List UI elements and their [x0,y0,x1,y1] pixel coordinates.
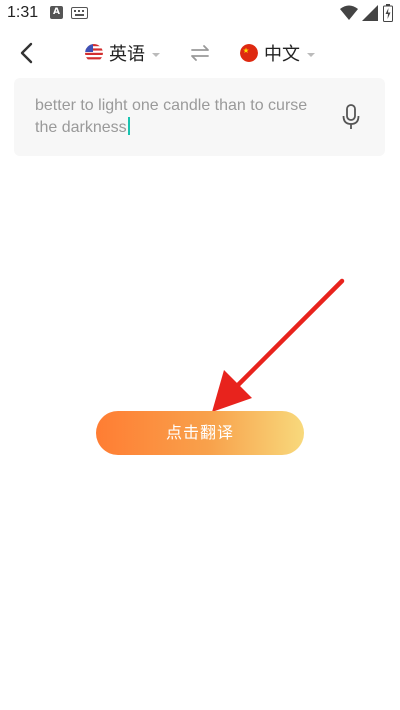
status-time: 1:31 [7,4,39,21]
status-bar: 1:31 A [0,0,400,28]
text-cursor [127,117,130,135]
source-language-selector[interactable]: 英语 [85,40,160,66]
source-text-value[interactable]: better to light one candle than to curse… [35,95,325,139]
dropdown-caret-icon [307,52,315,57]
swap-arrows-icon[interactable] [189,42,211,64]
target-language-label: 中文 [264,44,300,65]
header: 英语 中文 [0,30,400,76]
source-text-input[interactable]: better to light one candle than to curse… [14,78,385,156]
source-text: better to light one candle than to curse… [35,97,308,136]
us-flag-icon [85,44,103,62]
dropdown-caret-icon [152,52,160,57]
target-language-selector[interactable]: 中文 [240,40,315,66]
wifi-icon [340,5,358,20]
translate-button[interactable]: 点击翻译 [96,411,304,455]
keyboard-icon [71,7,88,19]
text-a-icon: A [50,6,63,19]
chevron-left-icon[interactable] [14,39,42,67]
china-flag-icon [240,44,258,62]
microphone-icon[interactable] [340,103,362,131]
battery-icon [383,4,393,22]
signal-icon [362,5,378,21]
source-language-label: 英语 [109,44,145,65]
